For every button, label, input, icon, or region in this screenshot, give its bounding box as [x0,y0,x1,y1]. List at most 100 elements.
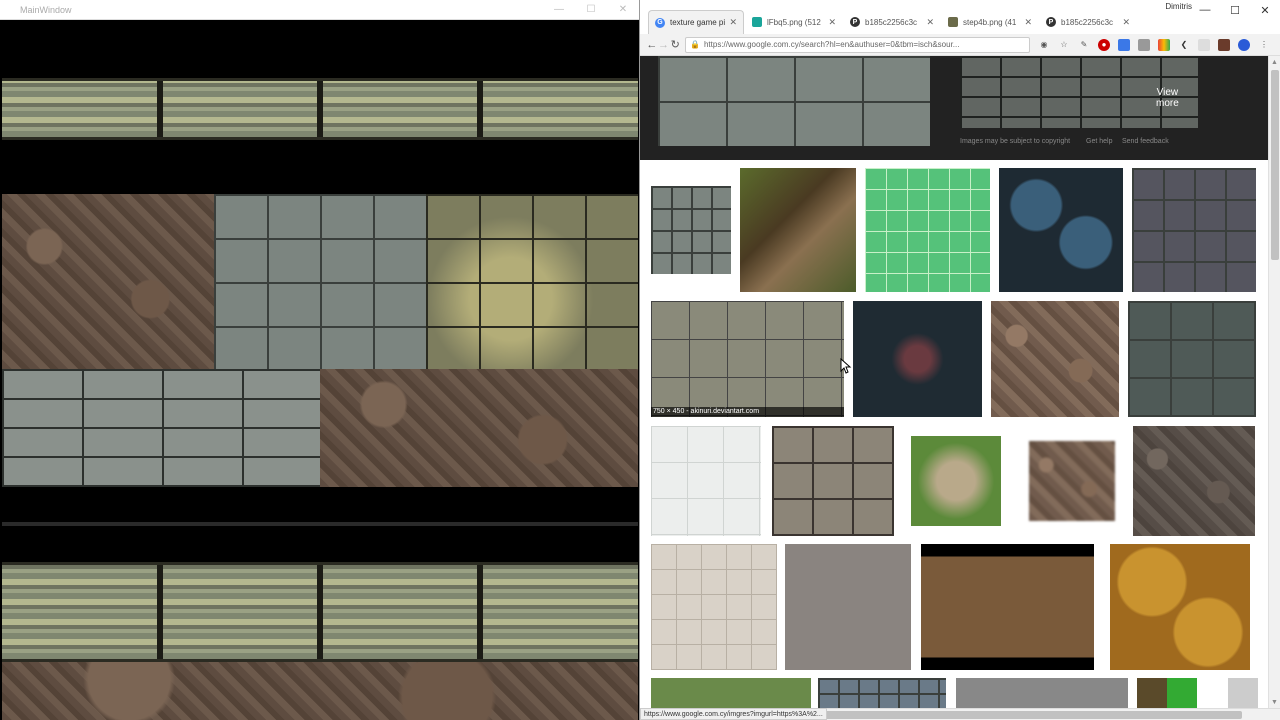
url-text: https://www.google.com.cy/search?hl=en&a… [703,40,960,49]
extension-light-icon[interactable] [1198,38,1211,51]
bookmark-star-icon[interactable]: ☆ [1058,39,1070,51]
image-thumbnail[interactable] [1132,168,1256,292]
send-feedback-link[interactable]: Send feedback [1122,138,1169,145]
image-thumbnail[interactable] [1137,678,1197,708]
view-more-line-1: View [1156,87,1179,98]
close-button[interactable]: ✕ [607,0,639,20]
image-thumbnail[interactable] [1128,301,1256,417]
profile-name[interactable]: Dimitris [1165,2,1192,11]
tab-image-2[interactable]: step4b.png (41 ✕ [942,10,1038,34]
void-band [2,522,638,526]
close-tab-icon[interactable]: ✕ [926,17,934,28]
wall-seam [317,81,323,137]
extension-grey-icon[interactable] [1138,38,1151,51]
wall-seam [157,565,163,659]
wall-seam [157,81,163,137]
close-button[interactable]: ✕ [1250,0,1280,20]
image-thumbnail[interactable] [865,168,990,292]
game-window-title: MainWindow [20,4,72,15]
tab-label: texture game pi [670,18,726,27]
thumbnail-caption: 750 × 450 - akinuri.deviantart.com [651,407,844,417]
image-thumbnail[interactable] [818,678,946,708]
close-tab-icon[interactable]: ✕ [828,17,836,28]
dirt-tile [2,194,214,369]
image-thumbnail[interactable] [651,186,731,274]
image-thumbnail[interactable] [740,168,856,292]
back-icon[interactable]: ← [646,36,658,54]
image-icon [948,17,958,27]
eyedropper-icon[interactable]: ✎ [1078,39,1090,51]
address-bar[interactable]: 🔒 https://www.google.com.cy/search?hl=en… [685,36,1031,53]
maximize-button[interactable]: ☐ [575,0,607,20]
cracked-stone-tile [426,194,638,369]
minimize-button[interactable]: — [543,0,575,20]
menu-icon[interactable]: ⋮ [1258,39,1270,51]
related-panel: View more Images may be subject to copyr… [640,56,1268,160]
image-thumbnail[interactable] [772,426,894,536]
image-thumbnail[interactable] [1133,426,1255,536]
tab-label: lFbq5.png (512 [767,17,821,27]
scroll-up-icon[interactable]: ▲ [1269,56,1280,68]
new-tab-button[interactable] [1138,10,1160,34]
image-thumbnail[interactable] [991,301,1119,417]
image-thumbnail[interactable] [785,544,911,670]
image-thumbnail[interactable] [1228,678,1258,708]
extension-blue-icon[interactable] [1118,38,1131,51]
game-canvas[interactable] [2,22,638,720]
wall-tile-strip [2,562,638,662]
wall-seam [317,565,323,659]
adblock-icon[interactable]: ● [1098,38,1111,51]
scroll-thumb[interactable] [1271,70,1279,260]
copyright-note: Images may be subject to copyright [960,138,1071,145]
google-icon: G [655,17,665,28]
close-tab-icon[interactable]: ✕ [1122,17,1130,28]
tab-google-images[interactable]: G texture game pi ✕ [648,10,744,34]
wall-tile-strip [2,78,638,140]
tab-label: step4b.png (41 [963,17,1017,27]
image-thumbnail[interactable]: 750 × 450 - akinuri.deviantart.com [651,301,844,417]
scroll-down-icon[interactable]: ▼ [1269,696,1280,708]
shield-icon[interactable] [1238,38,1251,51]
image-thumbnail[interactable] [999,168,1123,292]
view-more-button[interactable]: View more [1156,87,1179,109]
game-window: MainWindow — ☐ ✕ [0,0,640,720]
maximize-button[interactable]: ☐ [1220,0,1250,20]
image-thumbnail[interactable] [651,544,777,670]
tab-strip: G texture game pi ✕ lFbq5.png (512 ✕ P b… [640,0,1280,34]
view-more-line-2: more [1156,98,1179,109]
lock-icon: 🔒 [690,40,700,49]
tab-pinterest-2[interactable]: P b185c2256c3c ✕ [1040,10,1136,34]
reload-icon[interactable]: ↻ [669,36,681,54]
mouse-cursor-icon [840,358,852,374]
close-tab-icon[interactable]: ✕ [729,17,737,28]
image-thumbnail[interactable] [658,56,930,146]
tab-image-1[interactable]: lFbq5.png (512 ✕ [746,10,842,34]
browser-window: G texture game pi ✕ lFbq5.png (512 ✕ P b… [640,0,1280,720]
tab-pinterest-1[interactable]: P b185c2256c3c ✕ [844,10,940,34]
dirt-tile [320,369,638,487]
close-tab-icon[interactable]: ✕ [1024,17,1032,28]
extension-dark-icon[interactable] [1218,38,1231,51]
game-window-titlebar[interactable]: MainWindow — ☐ ✕ [0,0,639,20]
chevron-left-icon[interactable]: ❮ [1178,39,1190,51]
image-results: View more Images may be subject to copyr… [640,56,1268,708]
image-thumbnail[interactable] [911,436,1001,526]
image-thumbnail[interactable] [1029,441,1115,521]
image-thumbnail[interactable] [1110,544,1250,670]
brick-tile [2,369,320,487]
extension-color-icon[interactable] [1158,38,1171,51]
pinterest-icon: P [1046,17,1056,27]
stone-tile [214,194,426,369]
image-thumbnail[interactable] [956,678,1128,708]
tab-label: b185c2256c3c [865,17,918,27]
image-thumbnail[interactable] [651,426,761,536]
location-icon[interactable]: ◉ [1038,39,1050,51]
image-thumbnail[interactable] [651,678,811,708]
minimize-button[interactable]: — [1190,0,1220,20]
vertical-scrollbar[interactable]: ▲ ▼ [1268,56,1280,708]
forward-icon[interactable]: → [658,36,670,54]
wall-seam [477,81,483,137]
image-thumbnail[interactable] [853,301,982,417]
image-thumbnail[interactable] [921,544,1094,670]
get-help-link[interactable]: Get help [1086,138,1112,145]
